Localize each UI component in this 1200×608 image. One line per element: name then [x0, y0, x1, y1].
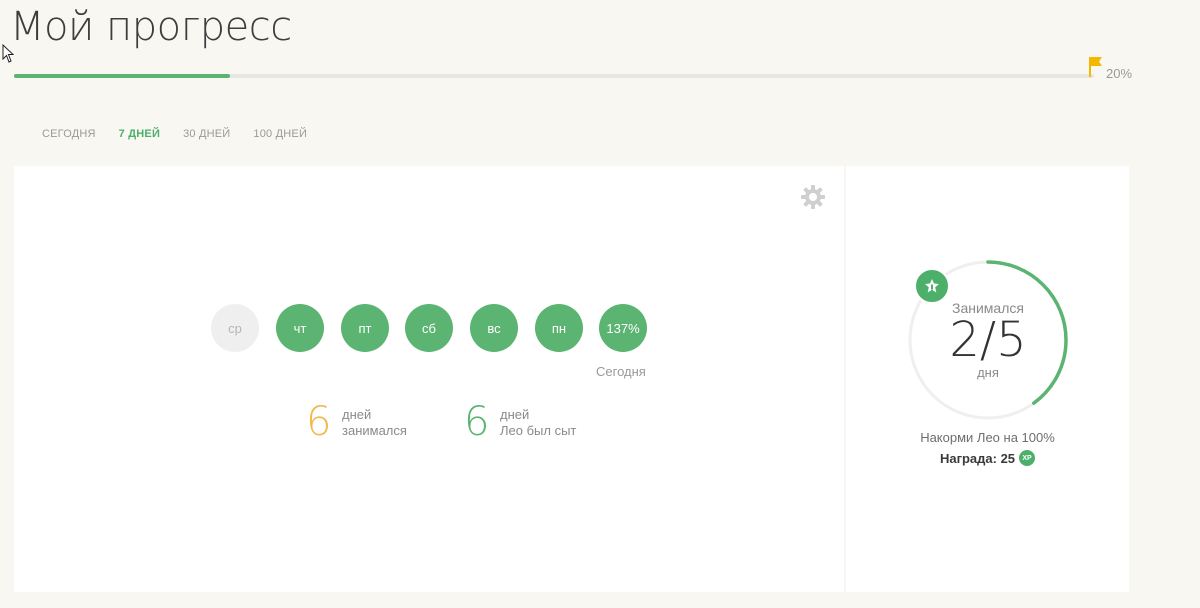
flag-icon [1089, 57, 1102, 77]
progress-percent-label: 20% [1106, 66, 1133, 81]
xp-icon: XP [1019, 450, 1036, 466]
tab-today[interactable]: Сегодня [42, 128, 96, 140]
overall-progress-fill [14, 74, 230, 78]
goal-ring-unit: дня [977, 365, 999, 380]
tab-100-days[interactable]: 100 дней [253, 128, 307, 140]
today-label: Сегодня [596, 364, 646, 379]
star-badge-icon [914, 268, 950, 304]
mouse-cursor-icon [2, 44, 14, 63]
day-circle-mon: пн [535, 304, 583, 352]
goal-card: Занимался 2/5 дня Накорми Лео на 100% На… [846, 166, 1129, 592]
day-circle-wed: ср [211, 304, 259, 352]
stat-days-leo-fed-unit: дней [500, 407, 530, 422]
stat-days-studied-unit: дней [342, 407, 372, 422]
stat-days-studied-caption: занимался [342, 423, 407, 438]
goal-reward: Награда: 25 XP [846, 450, 1129, 466]
day-circle-sat: сб [405, 304, 453, 352]
goal-text: Накорми Лео на 100% [920, 430, 1055, 445]
day-circle-today: 137% [599, 304, 647, 352]
day-circle-sun: вс [470, 304, 518, 352]
goal-ring-value: 2/5 [949, 312, 1027, 368]
stat-days-leo-fed-caption: Лео был сыт [500, 423, 577, 438]
day-circle-fri: пт [341, 304, 389, 352]
page-title: Мой прогресс [10, 4, 292, 50]
gear-icon[interactable] [800, 184, 826, 210]
stat-days-leo-fed-value: 6 [464, 399, 490, 445]
weekly-progress-card: ср чт пт сб вс пн 137% Сегодня 6 дней за… [14, 166, 844, 592]
period-tabs: Сегодня 7 дней 30 дней 100 дней [42, 128, 330, 140]
tab-30-days[interactable]: 30 дней [183, 128, 230, 140]
day-circle-thu: чт [276, 304, 324, 352]
overall-progress-bar [14, 74, 1094, 78]
goal-reward-label: Награда: 25 [939, 450, 1016, 466]
tab-7-days[interactable]: 7 дней [119, 128, 160, 140]
stat-days-studied-value: 6 [306, 399, 332, 445]
